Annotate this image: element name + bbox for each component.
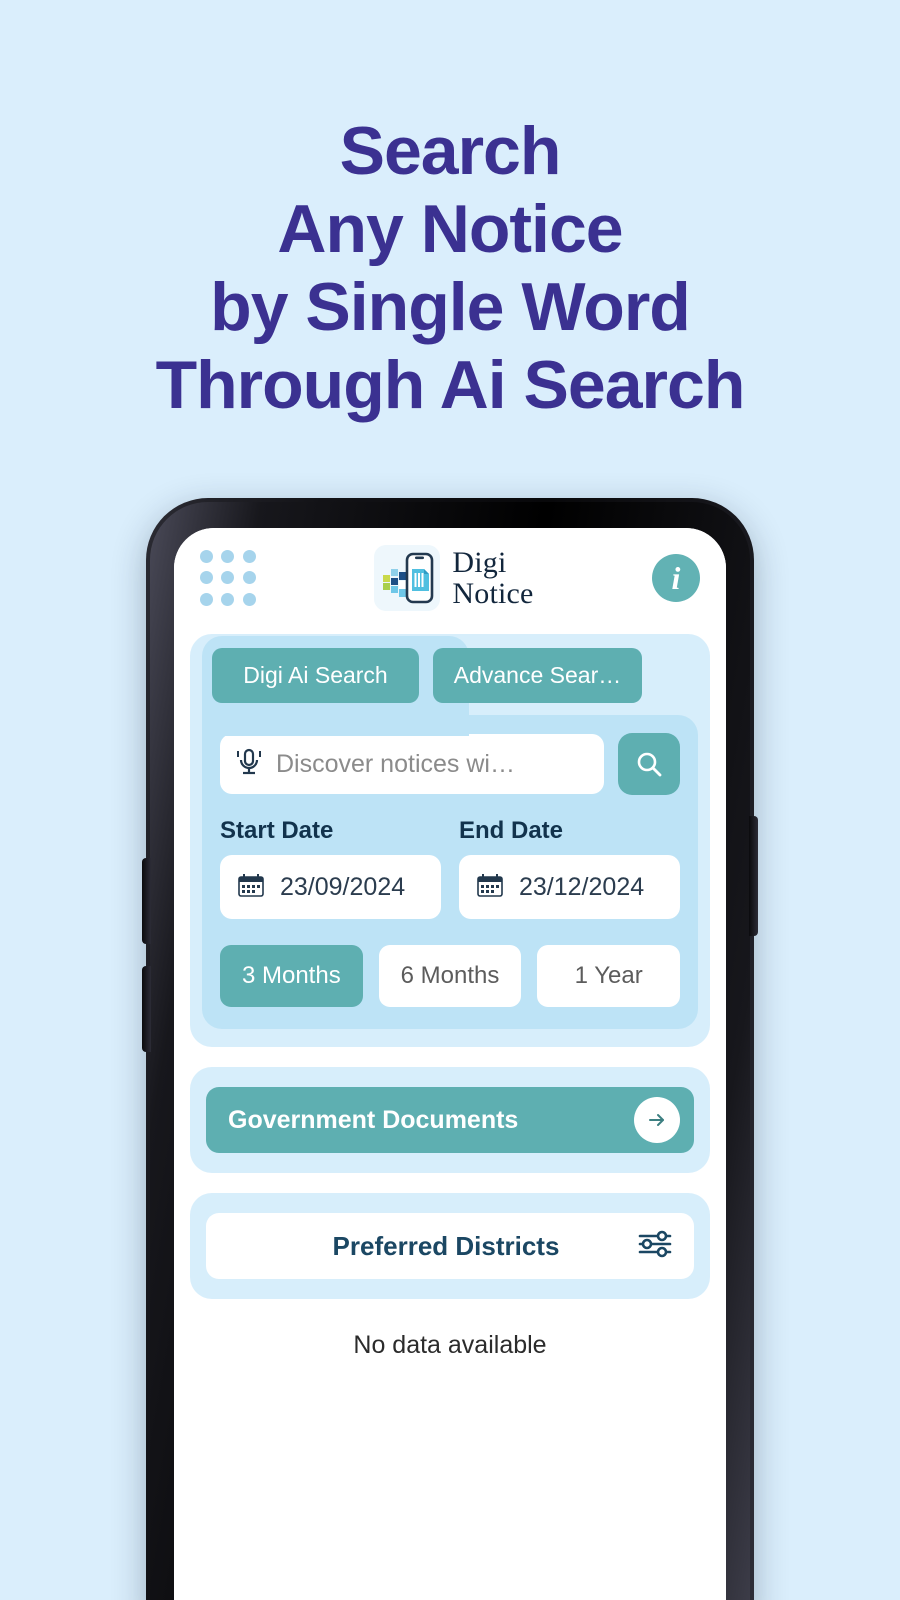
headline-line-1: Search xyxy=(339,113,562,189)
range-6-months[interactable]: 6 Months xyxy=(378,945,522,1007)
government-documents-card: Government Documents xyxy=(190,1067,710,1173)
brand-name-line1: Digi xyxy=(452,546,507,579)
grid-menu-icon[interactable] xyxy=(200,550,256,606)
government-documents-button[interactable]: Government Documents xyxy=(206,1087,694,1153)
volume-up-button[interactable] xyxy=(142,858,151,944)
phone-screen: Digi Notice i Digi Ai Search Advance Sea… xyxy=(174,528,726,1600)
hero-headline: Search Any Notice by Single Word Through… xyxy=(0,112,900,424)
government-documents-label: Government Documents xyxy=(228,1105,519,1134)
brand-logo: Digi Notice xyxy=(256,545,652,611)
headline-line-3: by Single Word xyxy=(210,269,691,345)
arrow-right-icon[interactable] xyxy=(634,1097,680,1143)
headline-line-4: Through Ai Search xyxy=(155,347,746,423)
search-panel: Discover notices wi… Start Date End Date xyxy=(202,715,698,1029)
end-date-value: 23/12/2024 xyxy=(519,872,645,901)
headline-line-2: Any Notice xyxy=(277,191,623,267)
tab-digi-ai-search[interactable]: Digi Ai Search xyxy=(212,648,419,703)
search-submit-button[interactable] xyxy=(618,733,680,795)
date-range-presets: 3 Months 6 Months 1 Year xyxy=(220,945,681,1007)
end-date-label: End Date xyxy=(459,817,564,844)
search-row: Discover notices wi… xyxy=(220,733,680,795)
search-input-wrapper[interactable]: Discover notices wi… xyxy=(220,734,604,794)
power-button[interactable] xyxy=(749,816,758,936)
start-date-field[interactable]: 23/09/2024 xyxy=(220,855,441,919)
date-labels-row: Start Date End Date xyxy=(220,817,680,845)
search-input[interactable]: Discover notices wi… xyxy=(276,750,515,779)
app-header: Digi Notice i xyxy=(174,528,726,628)
volume-down-button[interactable] xyxy=(142,966,151,1052)
search-card: Digi Ai Search Advance Sear… Discover no… xyxy=(190,634,710,1047)
brand-name: Digi Notice xyxy=(452,547,533,609)
preferred-districts-button[interactable]: Preferred Districts xyxy=(206,1213,694,1279)
end-date-field[interactable]: 23/12/2024 xyxy=(459,855,680,919)
date-fields-row: 23/09/2024 23/12/2024 xyxy=(220,855,680,919)
range-1-year[interactable]: 1 Year xyxy=(537,945,681,1007)
calendar-icon xyxy=(236,871,266,904)
start-date-value: 23/09/2024 xyxy=(280,872,406,901)
filter-sliders-icon[interactable] xyxy=(636,1228,674,1265)
digi-notice-logo-icon xyxy=(374,545,441,611)
search-tabs: Digi Ai Search Advance Sear… xyxy=(202,636,698,736)
tab-advance-search[interactable]: Advance Sear… xyxy=(433,648,642,703)
start-date-label: Start Date xyxy=(220,817,334,844)
range-3-months[interactable]: 3 Months xyxy=(220,945,363,1007)
brand-name-line2: Notice xyxy=(452,577,534,610)
empty-state-message: No data available xyxy=(353,1331,547,1359)
info-circle-icon[interactable]: i xyxy=(652,554,700,602)
preferred-districts-card: Preferred Districts xyxy=(190,1193,710,1299)
calendar-icon xyxy=(475,871,505,904)
phone-device-mockup: Digi Notice i Digi Ai Search Advance Sea… xyxy=(142,498,758,1600)
preferred-districts-label: Preferred Districts xyxy=(332,1230,560,1261)
microphone-icon[interactable] xyxy=(234,745,264,784)
